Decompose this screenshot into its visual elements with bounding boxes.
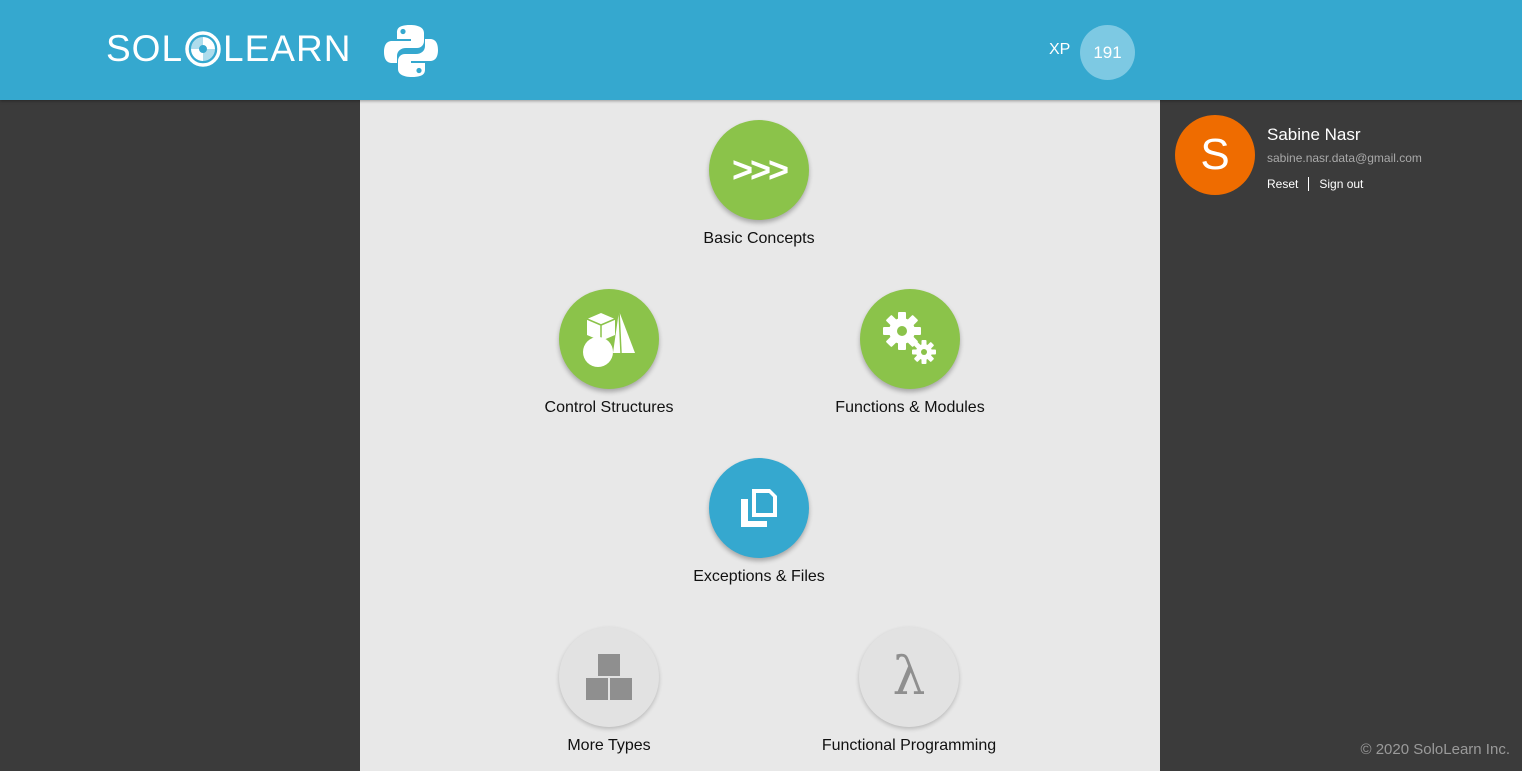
course-circle[interactable] bbox=[559, 627, 659, 727]
course-node-functions-modules[interactable]: Functions & Modules bbox=[790, 289, 1030, 417]
course-node-basic-concepts[interactable]: >>> Basic Concepts bbox=[639, 120, 879, 248]
logo-text-right: LEARN bbox=[223, 28, 352, 69]
course-label: Functional Programming bbox=[821, 737, 997, 754]
sign-out-link[interactable]: Sign out bbox=[1319, 177, 1363, 191]
course-label: Control Structures bbox=[544, 399, 674, 416]
user-name: Sabine Nasr bbox=[1267, 125, 1361, 144]
avatar[interactable]: S bbox=[1175, 115, 1255, 195]
files-icon bbox=[741, 489, 777, 527]
link-divider bbox=[1308, 177, 1310, 191]
course-circle[interactable]: λ bbox=[859, 627, 959, 727]
sololearn-logo[interactable]: SOL LEARN bbox=[106, 27, 351, 71]
course-circle[interactable]: >>> bbox=[709, 120, 809, 220]
copyright-footer: © 2020 SoloLearn Inc. bbox=[1360, 741, 1511, 758]
python-logo-icon[interactable] bbox=[383, 23, 439, 79]
user-profile-panel: S Sabine Nasr sabine.nasr.data@gmail.com… bbox=[1175, 115, 1515, 205]
course-label: More Types bbox=[567, 737, 651, 754]
gears-icon bbox=[883, 312, 936, 364]
blocks-icon bbox=[586, 654, 632, 700]
xp-label: XP bbox=[1049, 41, 1071, 58]
course-circle[interactable] bbox=[709, 458, 809, 558]
reset-link[interactable]: Reset bbox=[1267, 177, 1298, 191]
prompt-chevrons-icon: >>> bbox=[731, 149, 789, 190]
course-label: Basic Concepts bbox=[703, 230, 815, 247]
top-header: SOL LEARN XP 191 bbox=[0, 0, 1522, 100]
course-label: Functions & Modules bbox=[835, 399, 985, 416]
user-email: sabine.nasr.data@gmail.com bbox=[1267, 151, 1422, 165]
lambda-icon: λ bbox=[892, 647, 926, 707]
course-map: >>> Basic Concepts Control Structures Fu… bbox=[360, 100, 1160, 771]
course-node-functional-programming[interactable]: λ Functional Programming bbox=[789, 627, 1029, 755]
course-circle[interactable] bbox=[860, 289, 960, 389]
course-node-control-structures[interactable]: Control Structures bbox=[489, 289, 729, 417]
logo-text-left: SOL bbox=[106, 28, 184, 69]
account-links: Reset Sign out bbox=[1267, 177, 1363, 191]
course-label: Exceptions & Files bbox=[693, 568, 825, 585]
shapes-icon bbox=[583, 310, 635, 367]
course-node-more-types[interactable]: More Types bbox=[489, 627, 729, 755]
course-node-exceptions-files[interactable]: Exceptions & Files bbox=[639, 458, 879, 586]
course-circle[interactable] bbox=[559, 289, 659, 389]
xp-badge: 191 bbox=[1080, 25, 1135, 80]
logo-swirl-icon bbox=[185, 31, 221, 67]
